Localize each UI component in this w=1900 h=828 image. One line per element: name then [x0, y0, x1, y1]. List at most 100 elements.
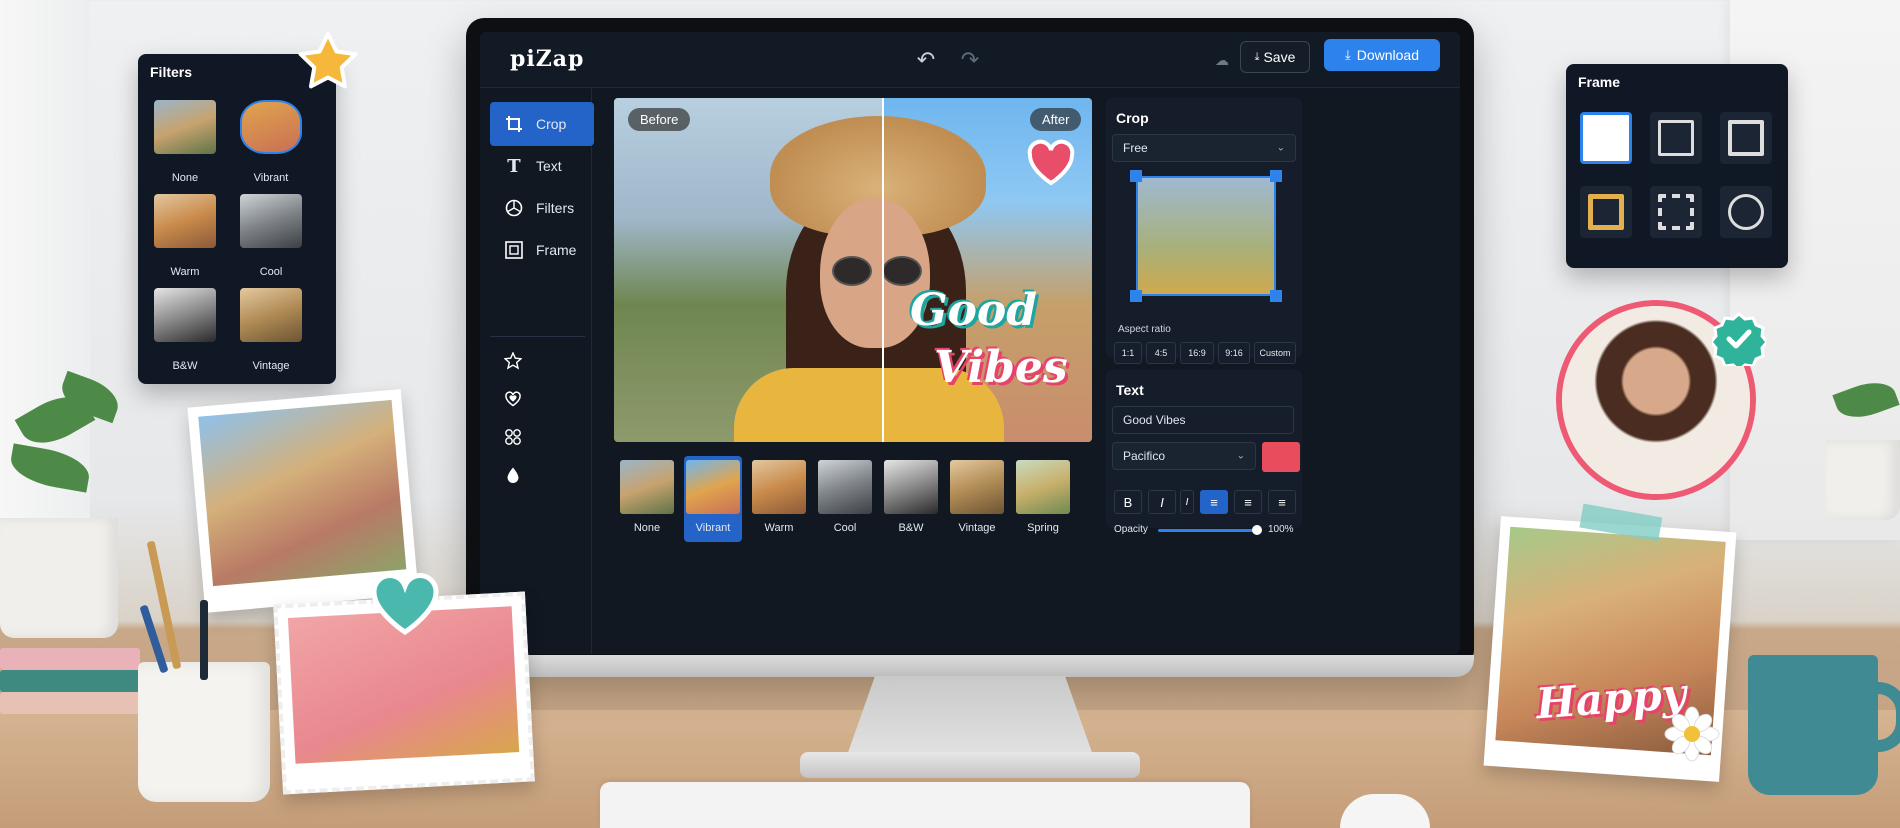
opacity-slider-knob[interactable] [1252, 525, 1262, 535]
sticker-text-line1[interactable]: Good [910, 288, 1037, 334]
undo-icon[interactable]: ↶ [912, 46, 940, 74]
sidebar-item-crop[interactable]: Crop [490, 102, 594, 146]
sidebar-item-label: Crop [536, 116, 567, 132]
text-color-swatch[interactable] [1262, 442, 1300, 472]
monitor-base [800, 752, 1140, 778]
star-icon[interactable] [502, 350, 524, 372]
frame-option-thin[interactable] [1650, 112, 1702, 164]
filter-card-thumb-vibrant[interactable] [240, 100, 302, 154]
filter-preview [686, 460, 740, 514]
download-label: Download [1356, 47, 1419, 63]
filter-label: Vintage [958, 522, 996, 534]
download-button[interactable]: ⤓ Download [1324, 39, 1440, 71]
filter-card-thumb-cool[interactable] [240, 194, 302, 248]
frame-option-circle[interactable] [1720, 186, 1772, 238]
filter-thumb-vintage[interactable]: Vintage [948, 456, 1006, 542]
slant-button[interactable]: I [1180, 490, 1194, 514]
filter-thumb-bw[interactable]: B&W [882, 456, 940, 542]
save-button[interactable]: ⤓ Save [1240, 41, 1310, 73]
ratio-button-16-9[interactable]: 16:9 [1180, 342, 1214, 364]
frame-preview [1588, 194, 1624, 230]
ratio-button-custom[interactable]: Custom [1254, 342, 1296, 364]
sticker-text-line2[interactable]: Vibes [934, 342, 1068, 393]
filter-label: None [633, 522, 661, 534]
filter-label: Warm [764, 522, 794, 534]
filter-strip: None Vibrant Warm Cool B&W Vintage Sprin… [614, 450, 1092, 542]
filters-icon [504, 198, 524, 218]
filter-thumb-warm[interactable]: Warm [750, 456, 808, 542]
sidebar-item-label: Filters [536, 200, 575, 216]
filter-card-label: Warm [170, 266, 200, 278]
pencil [146, 540, 182, 670]
crop-mode-select[interactable]: Free ⌄ [1112, 134, 1296, 162]
filter-label: Vibrant [695, 522, 731, 534]
sidebar-item-frame[interactable]: Frame [490, 228, 594, 272]
drop-icon[interactable] [502, 464, 524, 486]
chevron-down-icon: ⌄ [1236, 450, 1245, 462]
ratio-button-9-16[interactable]: 9:16 [1218, 342, 1250, 364]
redo-icon[interactable]: ↷ [956, 46, 984, 74]
bold-button[interactable]: B [1114, 490, 1142, 514]
font-select[interactable]: Pacifico ⌄ [1112, 442, 1256, 470]
crop-handle-tl[interactable] [1130, 170, 1142, 182]
pen [200, 600, 208, 680]
opacity-label: Opacity [1114, 524, 1148, 535]
sidebar-item-filters[interactable]: Filters [490, 186, 594, 230]
cloud-icon[interactable]: ☁ [1208, 46, 1236, 74]
filter-preview [620, 460, 674, 514]
filters-card-title: Filters [150, 64, 193, 80]
photo-canvas[interactable]: Before After Good Vibes [614, 98, 1092, 442]
text-panel: Text Good Vibes Pacifico ⌄ B I I ≡ ≡ ≡ O… [1106, 370, 1302, 535]
crop-icon [504, 114, 524, 134]
align-justify-button[interactable]: ≡ [1268, 490, 1296, 514]
right-panel: Crop Free ⌄ Aspect ratio 1:1 4:5 16:9 9:… [1102, 88, 1460, 654]
italic-button[interactable]: I [1148, 490, 1176, 514]
aspect-ratio-label: Aspect ratio [1118, 324, 1171, 335]
frame-option-border[interactable] [1720, 112, 1772, 164]
crop-preview[interactable] [1136, 176, 1276, 296]
ratio-button-1-1[interactable]: 1:1 [1114, 342, 1142, 364]
book [0, 648, 140, 670]
crop-panel: Crop Free ⌄ Aspect ratio 1:1 4:5 16:9 9:… [1106, 98, 1302, 364]
text-icon: T [507, 155, 521, 177]
crop-handle-bl[interactable] [1130, 290, 1142, 302]
sunglasses-left [832, 256, 872, 286]
crop-handle-br[interactable] [1270, 290, 1282, 302]
frame-preview [1658, 120, 1694, 156]
filter-thumb-vibrant[interactable]: Vibrant [684, 456, 742, 542]
plant-pot [1826, 440, 1900, 520]
filter-preview [1016, 460, 1070, 514]
app-logo: piZap [510, 46, 585, 72]
filter-thumb-cool[interactable]: Cool [816, 456, 874, 542]
chevron-down-icon: ⌄ [1276, 142, 1285, 154]
frame-option-stamp[interactable] [1650, 186, 1702, 238]
filter-card-thumb-bw[interactable] [154, 288, 216, 342]
crop-handle-tr[interactable] [1270, 170, 1282, 182]
after-label: After [1030, 108, 1082, 131]
filter-thumb-spring[interactable]: Spring [1014, 456, 1072, 542]
grid-icon[interactable] [502, 426, 524, 448]
filter-card-thumb-none[interactable] [154, 100, 216, 154]
text-title: Text [1116, 382, 1144, 398]
filter-thumb-none[interactable]: None [618, 456, 676, 542]
heart-sticker-icon[interactable] [502, 388, 524, 410]
frame-option-gold[interactable] [1580, 186, 1632, 238]
frame-option-plain[interactable] [1580, 112, 1632, 164]
book [0, 670, 140, 692]
ratio-button-4-5[interactable]: 4:5 [1146, 342, 1176, 364]
before-after-divider[interactable] [882, 98, 884, 442]
filter-card-thumb-vintage[interactable] [240, 288, 302, 342]
align-center-button[interactable]: ≡ [1234, 490, 1262, 514]
filter-preview [818, 460, 872, 514]
sidebar-item-text[interactable]: T Text [490, 144, 594, 188]
filter-label: B&W [898, 522, 924, 534]
daisy-sticker [1664, 706, 1720, 762]
heart-sticker[interactable] [1026, 138, 1076, 188]
frame-icon [504, 240, 524, 260]
opacity-slider[interactable] [1158, 529, 1258, 532]
mug-handle [1868, 682, 1900, 752]
keyboard [600, 782, 1250, 828]
align-left-button[interactable]: ≡ [1200, 490, 1228, 514]
text-input[interactable]: Good Vibes [1112, 406, 1294, 434]
filter-card-thumb-warm[interactable] [154, 194, 216, 248]
